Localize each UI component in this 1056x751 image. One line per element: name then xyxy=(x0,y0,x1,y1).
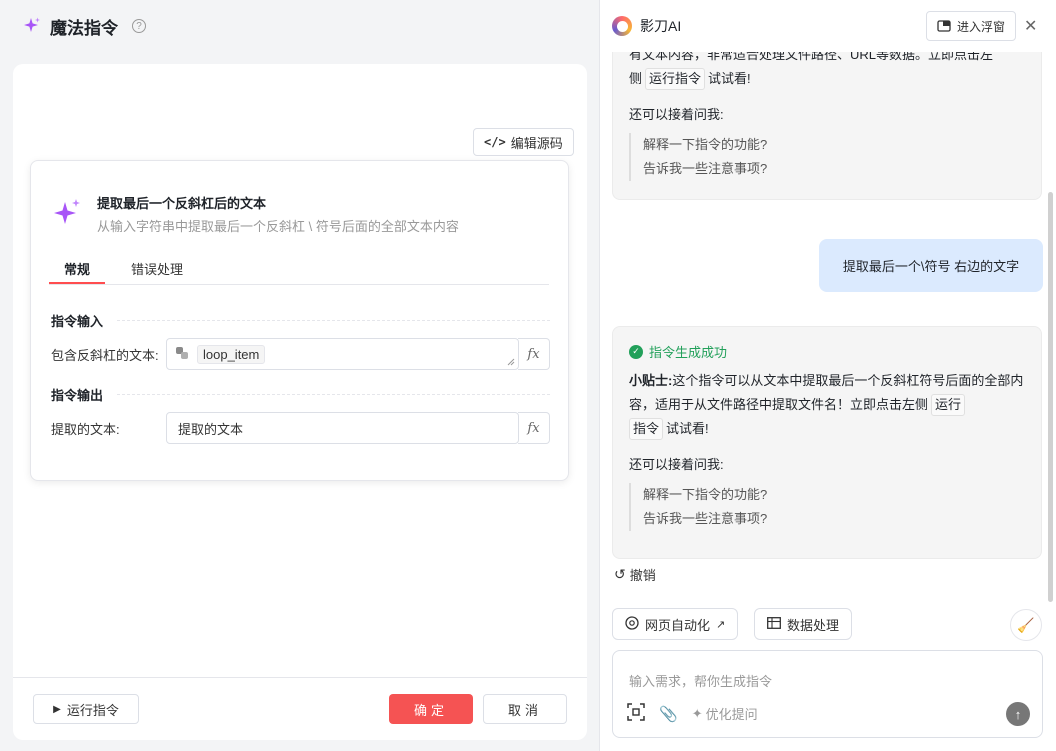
quick-action-label: 网页自动化 xyxy=(645,617,711,633)
followup-prompt: 还可以接着问我: xyxy=(629,107,724,122)
command-header: 提取最后一个反斜杠后的文本 从输入字符串中提取最后一个反斜杠 \ 符号后面的全部… xyxy=(51,193,459,235)
undo-button[interactable]: ↺ 撤销 xyxy=(614,565,656,584)
assistant-title: 影刀AI xyxy=(640,18,682,34)
input-field-row: 包含反斜杠的文本: loop_item fx xyxy=(51,338,550,370)
divider xyxy=(117,394,550,395)
assistant-header: 影刀AI 进入浮窗 ✕ xyxy=(600,0,1056,52)
code-icon: </> xyxy=(484,135,506,149)
followup-prompt: 还可以接着问我: xyxy=(629,457,724,472)
message-text: 侧 xyxy=(629,71,643,86)
tip-suffix: 试试看! xyxy=(666,421,709,436)
resize-handle-icon[interactable] xyxy=(507,358,515,366)
suggested-questions: 解释一下指令的功能? 告诉我一些注意事项? xyxy=(629,483,1025,531)
cancel-button[interactable]: 取消 xyxy=(483,694,567,724)
tab-general[interactable]: 常规 xyxy=(49,259,105,284)
run-command-label: 运行指令 xyxy=(66,702,119,718)
run-command-link[interactable]: 运行 xyxy=(931,394,966,416)
message-line: 侧运行指令 试试看! xyxy=(629,67,1025,91)
run-command-button[interactable]: ▶ 运行指令 xyxy=(33,694,139,724)
edit-source-label: 编辑源码 xyxy=(510,135,563,151)
suggested-question[interactable]: 告诉我一些注意事项? xyxy=(643,507,1025,531)
app-logo-icon xyxy=(612,16,632,36)
fx-button[interactable]: fx xyxy=(518,412,550,444)
browser-icon xyxy=(625,615,639,633)
divider xyxy=(117,320,550,321)
external-link-icon: ↗ xyxy=(716,618,726,631)
magic-command-panel: 魔法指令 ? </> 编辑源码 提取最后一个反斜杠后的文本 从输入字符串中提取最… xyxy=(0,0,600,751)
run-command-link[interactable]: 运行指令 xyxy=(645,68,706,90)
suggested-questions: 解释一下指令的功能? 告诉我一些注意事项? xyxy=(629,133,1025,181)
suggested-question[interactable]: 解释一下指令的功能? xyxy=(643,133,1025,157)
chat-input-placeholder: 输入需求，帮你生成指令 xyxy=(629,674,773,689)
output-section-label: 指令输出 xyxy=(51,388,104,403)
brush-icon: 🧹 xyxy=(1017,616,1035,633)
attachment-icon[interactable]: 📎 xyxy=(659,705,678,723)
sparkle-icon xyxy=(54,199,80,224)
float-window-icon xyxy=(937,20,951,32)
command-editor-card: </> 编辑源码 提取最后一个反斜杠后的文本 从输入字符串中提取最后一个反斜杠 … xyxy=(13,64,587,740)
message-line: 有文本内容，非常适合处理文件路径、URL等数据。立即点击左 xyxy=(629,52,994,62)
output-field-value: 提取的文本 xyxy=(178,421,244,437)
input-toolbar: 📎 ✦ 优化提问 xyxy=(627,703,758,724)
panel-footer: ▶ 运行指令 确定 取消 xyxy=(13,677,587,740)
quick-action-data-processing[interactable]: 数据处理 xyxy=(754,608,853,640)
ai-assistant-panel: 影刀AI 进入浮窗 ✕ 有文本内容，非常适合处理文件路径、URL等数据。立即点击… xyxy=(600,0,1056,751)
input-field-label: 包含反斜杠的文本: xyxy=(51,347,159,363)
send-button[interactable]: ↑ xyxy=(1006,702,1030,726)
suggested-question[interactable]: 告诉我一些注意事项? xyxy=(643,157,1025,181)
tip-label: 小贴士: xyxy=(629,373,673,388)
optimize-question-button[interactable]: ✦ 优化提问 xyxy=(692,704,758,723)
success-label: 指令生成成功 xyxy=(649,345,728,360)
message-text: 试试看! xyxy=(708,71,751,86)
input-section-label: 指令输入 xyxy=(51,314,104,329)
output-field-row: 提取的文本: 提取的文本 fx xyxy=(51,412,550,444)
variable-chip[interactable]: loop_item xyxy=(197,344,266,364)
input-text-field[interactable]: loop_item xyxy=(166,338,519,370)
assistant-message: 有文本内容，非常适合处理文件路径、URL等数据。立即点击左 侧运行指令 试试看! … xyxy=(612,52,1042,200)
user-message: 提取最后一个\符号 右边的文字 xyxy=(819,239,1043,292)
chat-area: 有文本内容，非常适合处理文件路径、URL等数据。立即点击左 侧运行指令 试试看! … xyxy=(600,52,1056,597)
output-text-field[interactable]: 提取的文本 xyxy=(166,412,519,444)
suggested-question[interactable]: 解释一下指令的功能? xyxy=(643,483,1025,507)
output-section-title: 指令输出 xyxy=(51,385,550,404)
optimize-label: 优化提问 xyxy=(705,707,758,722)
undo-icon: ↺ xyxy=(614,566,626,582)
edit-source-button[interactable]: </> 编辑源码 xyxy=(473,128,574,156)
undo-label: 撤销 xyxy=(629,568,656,583)
sparkle-icon: ✦ xyxy=(691,705,703,721)
command-description: 从输入字符串中提取最后一个反斜杠 \ 符号后面的全部文本内容 xyxy=(97,219,459,234)
tab-error-handling[interactable]: 错误处理 xyxy=(125,259,189,284)
float-window-label: 进入浮窗 xyxy=(957,19,1006,34)
tip-paragraph: 小贴士:这个指令可以从文本中提取最后一个反斜杠符号后面的全部内容，适用于从文件路… xyxy=(629,369,1025,441)
run-command-link[interactable]: 指令 xyxy=(629,418,664,440)
fx-button[interactable]: fx xyxy=(518,338,550,370)
page-title: 魔法指令 xyxy=(50,18,118,38)
panel-header: 魔法指令 ? xyxy=(0,0,599,52)
quick-action-web-automation[interactable]: 网页自动化 ↗ xyxy=(612,608,739,640)
screenshot-icon[interactable] xyxy=(627,703,645,724)
play-icon: ▶ xyxy=(53,703,61,715)
command-title: 提取最后一个反斜杠后的文本 xyxy=(97,196,267,211)
check-circle-icon: ✓ xyxy=(629,344,643,359)
output-field-label: 提取的文本: xyxy=(51,421,120,437)
clear-chat-button[interactable]: 🧹 xyxy=(1010,609,1042,641)
chat-input-box[interactable]: 输入需求，帮你生成指令 📎 ✦ 优化提问 ↑ xyxy=(612,650,1043,738)
python-icon xyxy=(175,346,189,363)
assistant-message: ✓ 指令生成成功 小贴士:这个指令可以从文本中提取最后一个反斜杠符号后面的全部内… xyxy=(612,326,1042,559)
success-status: ✓ 指令生成成功 xyxy=(629,342,1025,361)
scrollbar[interactable] xyxy=(1048,192,1053,602)
quick-action-label: 数据处理 xyxy=(787,617,840,633)
confirm-button[interactable]: 确定 xyxy=(389,694,473,724)
help-icon[interactable]: ? xyxy=(132,19,146,33)
input-section-title: 指令输入 xyxy=(51,311,550,330)
float-window-button[interactable]: 进入浮窗 xyxy=(926,11,1017,41)
command-card: 提取最后一个反斜杠后的文本 从输入字符串中提取最后一个反斜杠 \ 符号后面的全部… xyxy=(30,160,569,481)
sparkle-icon xyxy=(24,17,40,32)
close-icon[interactable]: ✕ xyxy=(1024,16,1037,36)
tab-bar: 常规 错误处理 xyxy=(49,259,549,285)
table-icon xyxy=(767,616,781,632)
